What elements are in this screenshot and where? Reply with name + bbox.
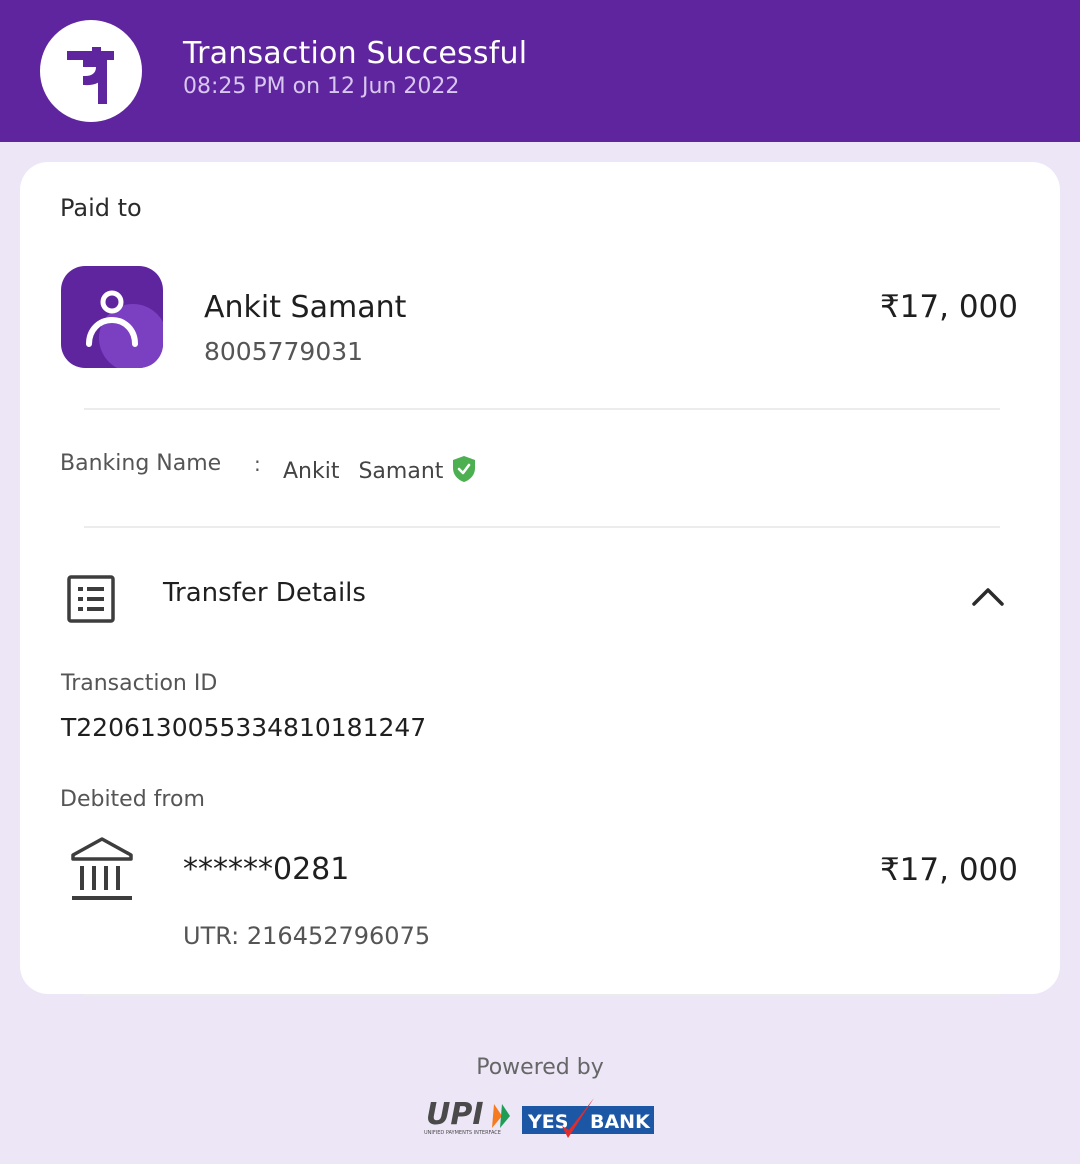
chevron-up-icon[interactable]	[970, 584, 1006, 610]
debit-account-number: ******0281	[183, 852, 350, 887]
bank-icon	[70, 836, 134, 902]
debited-from-label: Debited from	[60, 787, 205, 812]
debited-amount: ₹17, 000	[879, 852, 1018, 888]
transfer-details-title[interactable]: Transfer Details	[163, 578, 366, 608]
transaction-id-value: T2206130055334810181247	[61, 713, 427, 742]
transaction-timestamp: 08:25 PM on 12 Jun 2022	[183, 74, 460, 99]
upi-logo: UPI UNIFIED PAYMENTS INTERFACE	[422, 1097, 516, 1138]
page-title: Transaction Successful	[183, 36, 528, 71]
payee-phone: 8005779031	[204, 337, 364, 366]
yes-logo-text: YES	[527, 1111, 568, 1133]
banking-name-label: Banking Name	[60, 451, 222, 476]
bank-logo-text: BANK	[590, 1111, 651, 1133]
divider	[84, 408, 1000, 410]
header-bar: Transaction Successful 08:25 PM on 12 Ju…	[0, 0, 1080, 142]
transaction-id-label: Transaction ID	[61, 671, 218, 696]
divider	[84, 526, 1000, 528]
paid-to-label: Paid to	[60, 194, 142, 222]
upi-logo-subtext: UNIFIED PAYMENTS INTERFACE	[424, 1130, 501, 1136]
yes-bank-logo: YES BANK	[522, 1098, 654, 1138]
verified-shield-icon	[452, 455, 476, 483]
banking-name-separator: :	[254, 452, 261, 476]
person-icon	[61, 266, 163, 368]
divider	[84, 994, 1000, 996]
upi-logo-text: UPI	[426, 1098, 484, 1132]
powered-by-label: Powered by	[476, 1055, 604, 1080]
receipt-list-icon	[67, 575, 115, 623]
banking-name-value: Ankit Samant	[283, 459, 444, 484]
phonepe-logo-icon	[40, 20, 142, 122]
payment-amount: ₹17, 000	[879, 289, 1018, 325]
utr-number: UTR: 216452796075	[183, 922, 431, 950]
payee-name: Ankit Samant	[204, 290, 407, 325]
